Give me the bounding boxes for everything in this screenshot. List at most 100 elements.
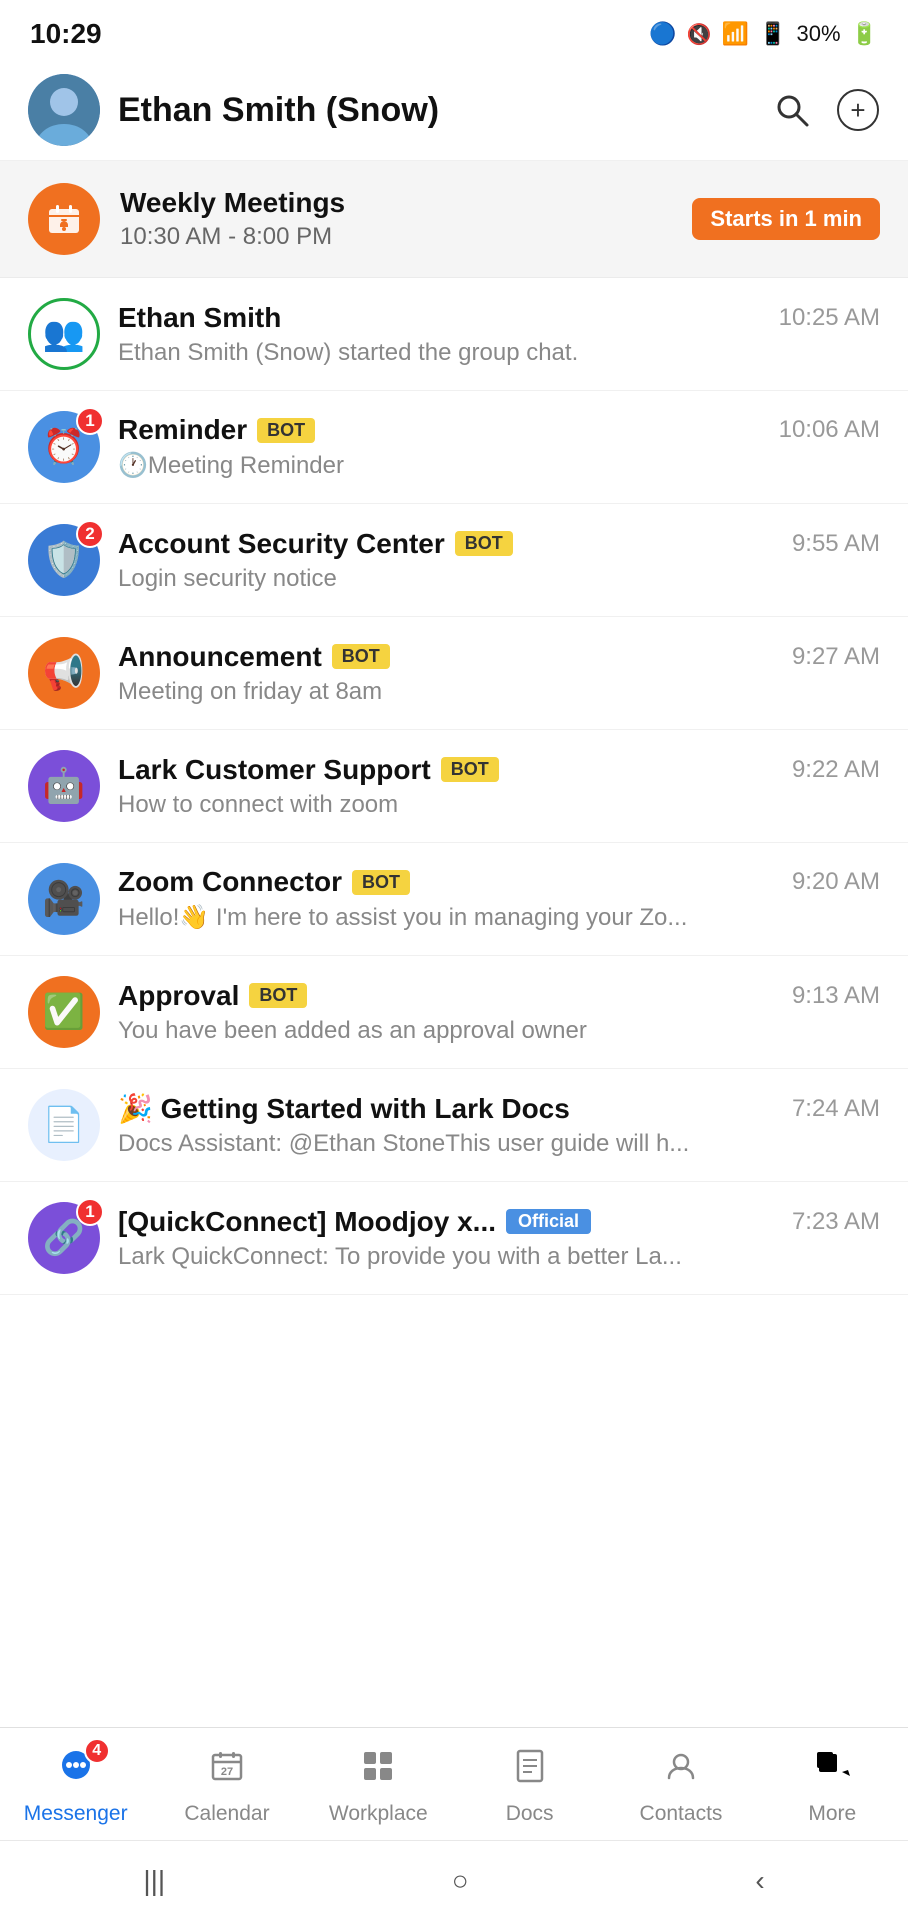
add-button[interactable]: +	[836, 88, 880, 132]
nav-icon-wrapper: 27	[201, 1744, 253, 1796]
list-item[interactable]: 🤖 Lark Customer Support BOT 9:22 AM How …	[0, 730, 908, 843]
list-item[interactable]: 🎥 Zoom Connector BOT 9:20 AM Hello!👋 I'm…	[0, 843, 908, 956]
meeting-title: Weekly Meetings	[120, 187, 672, 219]
bot-tag: BOT	[455, 531, 513, 556]
chat-header-row: Announcement BOT 9:27 AM	[118, 641, 880, 673]
chat-header-row: Approval BOT 9:13 AM	[118, 980, 880, 1012]
chat-time: 10:25 AM	[779, 304, 880, 332]
nav-label-more: More	[808, 1802, 856, 1826]
calendar-bell-icon	[44, 199, 84, 239]
chat-name-row: Approval BOT	[118, 980, 307, 1012]
nav-item-more[interactable]: More	[772, 1744, 892, 1826]
meeting-badge[interactable]: Starts in 1 min	[692, 198, 880, 240]
avatar-wrapper: ⏰ 1	[28, 411, 100, 483]
chat-content: Reminder BOT 10:06 AM 🕐Meeting Reminder	[118, 414, 880, 480]
chat-preview: Login security notice	[118, 565, 880, 593]
nav-item-calendar[interactable]: 27 Calendar	[167, 1744, 287, 1826]
list-item[interactable]: 📄 🎉 Getting Started with Lark Docs 7:24 …	[0, 1069, 908, 1182]
avatar-icon: ⏰	[43, 427, 85, 467]
chat-time: 7:23 AM	[792, 1208, 880, 1236]
chat-header-row: Lark Customer Support BOT 9:22 AM	[118, 754, 880, 786]
chat-time: 9:22 AM	[792, 756, 880, 784]
chat-preview: How to connect with zoom	[118, 791, 880, 819]
avatar-wrapper: 🛡️ 2	[28, 524, 100, 596]
menu-button[interactable]: |||	[113, 1855, 195, 1907]
meeting-info: Weekly Meetings 10:30 AM - 8:00 PM	[120, 187, 672, 251]
back-button[interactable]: ‹	[725, 1855, 794, 1907]
nav-icon-wrapper	[806, 1744, 858, 1796]
avatar-wrapper: ✅	[28, 976, 100, 1048]
avatar-icon: 🛡️	[43, 540, 85, 580]
nav-item-messenger[interactable]: 4 Messenger	[16, 1744, 136, 1826]
chat-name-row: 🎉 Getting Started with Lark Docs	[118, 1092, 570, 1125]
list-item[interactable]: ✅ Approval BOT 9:13 AM You have been add…	[0, 956, 908, 1069]
chat-content: Ethan Smith 10:25 AM Ethan Smith (Snow) …	[118, 302, 880, 367]
chat-name: Zoom Connector	[118, 866, 342, 898]
chat-time: 9:20 AM	[792, 868, 880, 896]
chat-time: 10:06 AM	[779, 416, 880, 444]
chat-preview: 🕐Meeting Reminder	[118, 451, 880, 480]
nav-label-workplace: Workplace	[329, 1802, 428, 1826]
home-button[interactable]: ○	[422, 1855, 499, 1907]
docs-icon	[512, 1748, 548, 1793]
chat-time: 9:13 AM	[792, 982, 880, 1010]
chat-name: Account Security Center	[118, 528, 445, 560]
chat-name-row: Announcement BOT	[118, 641, 390, 673]
avatar-icon: 📢	[43, 653, 85, 693]
meeting-time: 10:30 AM - 8:00 PM	[120, 223, 672, 251]
nav-item-contacts[interactable]: Contacts	[621, 1744, 741, 1826]
chat-name-row: [QuickConnect] Moodjoy x... Official	[118, 1206, 591, 1238]
chat-name-row: Ethan Smith	[118, 302, 281, 334]
nav-icon-wrapper	[352, 1744, 404, 1796]
avatar-wrapper: 👥	[28, 298, 100, 370]
chat-preview: Meeting on friday at 8am	[118, 678, 880, 706]
nav-label-contacts: Contacts	[640, 1802, 723, 1826]
bottom-nav: 4 Messenger 27 Calendar Workplace Docs C…	[0, 1727, 908, 1840]
status-bar: 10:29 🔵 🔇 📶 📱 30% 🔋	[0, 0, 908, 60]
avatar-icon: 🔗	[43, 1218, 85, 1258]
nav-icon-wrapper: 4	[50, 1744, 102, 1796]
nav-icon-wrapper	[504, 1744, 556, 1796]
more-icon	[814, 1748, 850, 1793]
nav-item-workplace[interactable]: Workplace	[318, 1744, 438, 1826]
chat-header-row: Zoom Connector BOT 9:20 AM	[118, 866, 880, 898]
chat-name: Lark Customer Support	[118, 754, 431, 786]
chat-time: 7:24 AM	[792, 1095, 880, 1123]
status-icons: 🔵 🔇 📶 📱 30% 🔋	[649, 21, 878, 47]
battery-icon: 🔋	[851, 21, 878, 47]
search-button[interactable]	[770, 88, 814, 132]
nav-item-docs[interactable]: Docs	[470, 1744, 590, 1826]
chat-content: Account Security Center BOT 9:55 AM Logi…	[118, 528, 880, 593]
list-item[interactable]: 🔗 1 [QuickConnect] Moodjoy x... Official…	[0, 1182, 908, 1295]
avatar-icon: 👥	[43, 314, 85, 354]
avatar-wrapper: 🔗 1	[28, 1202, 100, 1274]
avatar-wrapper: 📢	[28, 637, 100, 709]
add-icon: +	[837, 89, 879, 131]
nav-label-docs: Docs	[506, 1802, 554, 1826]
page-title: Ethan Smith (Snow)	[118, 91, 770, 130]
nav-label-messenger: Messenger	[24, 1802, 128, 1826]
avatar[interactable]	[28, 74, 100, 146]
header-actions: +	[770, 88, 880, 132]
chat-name-row: Lark Customer Support BOT	[118, 754, 499, 786]
chat-content: 🎉 Getting Started with Lark Docs 7:24 AM…	[118, 1092, 880, 1158]
contacts-icon	[663, 1748, 699, 1793]
meeting-icon	[28, 183, 100, 255]
chat-name-row: Reminder BOT	[118, 414, 315, 446]
chat-name: Approval	[118, 980, 239, 1012]
chat-name: [QuickConnect] Moodjoy x...	[118, 1206, 496, 1238]
chat-time: 9:55 AM	[792, 530, 880, 558]
bluetooth-icon: 🔵	[649, 21, 676, 47]
bot-tag: BOT	[441, 757, 499, 782]
svg-text:27: 27	[221, 1766, 233, 1778]
bot-tag: BOT	[249, 983, 307, 1008]
list-item[interactable]: ⏰ 1 Reminder BOT 10:06 AM 🕐Meeting Remin…	[0, 391, 908, 504]
search-icon	[773, 91, 811, 129]
bot-tag: BOT	[352, 870, 410, 895]
unread-badge: 2	[76, 520, 104, 548]
list-item[interactable]: 🛡️ 2 Account Security Center BOT 9:55 AM…	[0, 504, 908, 617]
meeting-banner[interactable]: Weekly Meetings 10:30 AM - 8:00 PM Start…	[0, 161, 908, 278]
official-tag: Official	[506, 1209, 591, 1234]
list-item[interactable]: 👥 Ethan Smith 10:25 AM Ethan Smith (Snow…	[0, 278, 908, 391]
list-item[interactable]: 📢 Announcement BOT 9:27 AM Meeting on fr…	[0, 617, 908, 730]
